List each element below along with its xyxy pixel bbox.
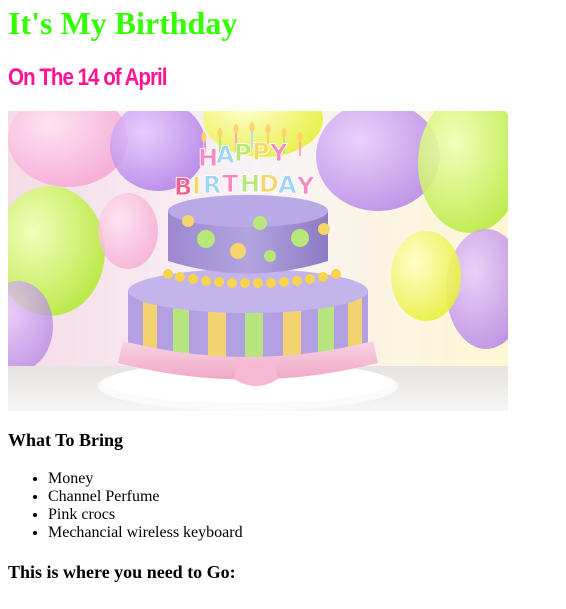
svg-text:A: A [278,171,297,199]
svg-text:R: R [203,171,221,199]
page-content: It's My Birthday On The 14 of April H A … [0,5,566,584]
svg-text:B: B [174,173,192,201]
svg-text:H: H [240,170,260,198]
svg-text:I: I [192,172,201,200]
where-to-go-heading: This is where you need to Go: [8,562,236,582]
svg-text:A: A [216,141,235,169]
birthday-cake-illustration: H A P P Y B I R T H D A Y [8,111,508,411]
svg-text:P: P [234,139,252,167]
svg-text:P: P [252,138,270,166]
list-item: Money [48,470,558,488]
bring-list: Money Channel Perfume Pink crocs Mechanc… [8,470,558,542]
what-to-bring-heading: What To Bring [8,430,124,450]
list-item: Pink crocs [48,506,558,524]
list-item: Mechancial wireless keyboard [48,524,558,542]
page-title: It's My Birthday [8,5,238,41]
svg-text:Y: Y [269,139,288,167]
list-item: Channel Perfume [48,488,558,506]
birthday-cake-image: H A P P Y B I R T H D A Y [8,111,508,411]
svg-text:Y: Y [296,172,315,200]
page-subtitle: On The 14 of April [8,64,167,91]
svg-text:D: D [259,170,279,198]
svg-text:T: T [222,170,239,198]
